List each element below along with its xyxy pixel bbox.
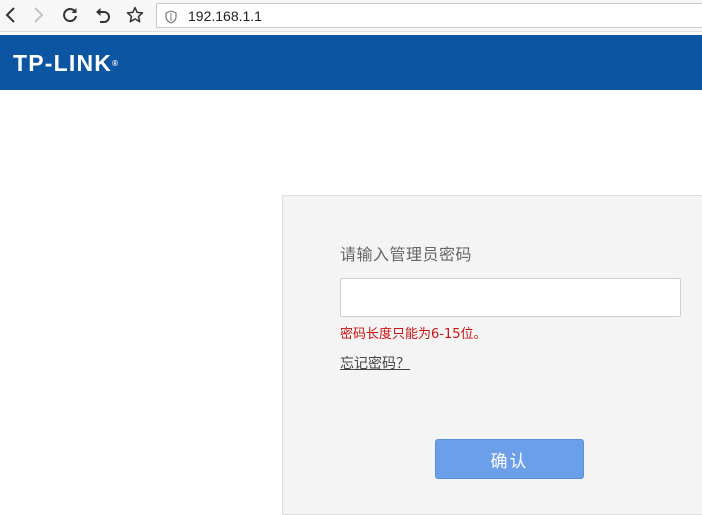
address-url: 192.168.1.1	[188, 8, 262, 24]
back-button[interactable]	[0, 4, 23, 26]
registered-mark: ®	[112, 59, 119, 68]
header-banner: TP-LINK®	[0, 35, 702, 90]
logo-text: TP-LINK	[13, 50, 113, 76]
confirm-button[interactable]: 确认	[435, 439, 584, 479]
address-bar[interactable]: 192.168.1.1	[156, 3, 702, 28]
star-icon	[126, 6, 144, 23]
chevron-right-icon	[34, 7, 44, 23]
shield-icon	[165, 9, 177, 28]
forgot-password-link[interactable]: 忘记密码？	[340, 355, 410, 373]
login-panel: 请输入管理员密码 密码长度只能为6-15位。 忘记密码？ 确认	[282, 195, 702, 515]
undo-icon	[96, 8, 110, 23]
tp-link-logo: TP-LINK®	[13, 50, 118, 76]
chevron-left-icon	[5, 7, 15, 23]
browser-toolbar: 192.168.1.1	[0, 0, 702, 32]
undo-button[interactable]	[91, 4, 115, 26]
reload-icon	[63, 8, 77, 23]
bookmark-button[interactable]	[123, 4, 147, 26]
reload-button[interactable]	[58, 4, 82, 26]
forward-button[interactable]	[26, 4, 50, 26]
password-length-error: 密码长度只能为6-15位。	[340, 327, 487, 342]
admin-password-input[interactable]	[340, 278, 681, 317]
password-prompt: 请输入管理员密码	[340, 245, 473, 264]
